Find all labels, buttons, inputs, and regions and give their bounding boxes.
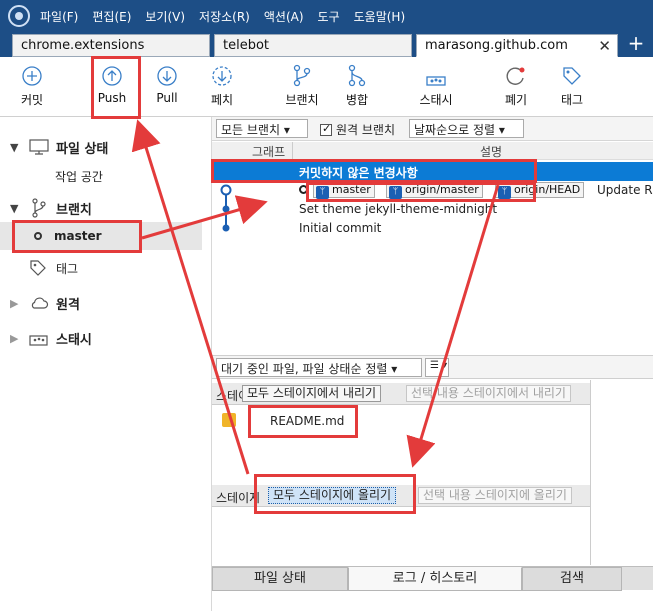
menu-edit[interactable]: 편집(E)	[92, 8, 131, 25]
tag-icon	[30, 260, 46, 276]
menu-help[interactable]: 도움말(H)	[354, 8, 406, 25]
commit-label: 커밋	[20, 93, 44, 107]
sidebar-item-label: 브랜치	[56, 202, 92, 218]
tab-telebot[interactable]: telebot	[214, 34, 412, 57]
stash-icon	[426, 76, 446, 86]
sidebar-item-file-status[interactable]: ▼ 파일 상태	[0, 133, 202, 161]
menu-actions[interactable]: 액션(A)	[264, 8, 304, 25]
commit-message: Update RE	[597, 183, 653, 197]
sidebar-item-workspace[interactable]: 작업 공간	[0, 162, 202, 190]
remote-branches-label: 원격 브랜치	[336, 123, 396, 137]
tab-file-status[interactable]: 파일 상태	[212, 567, 348, 591]
fetch-button[interactable]: 페치	[194, 63, 250, 108]
tab-search[interactable]: 검색	[522, 567, 622, 591]
commit-message: Initial commit	[299, 221, 382, 235]
modified-file-icon	[222, 413, 236, 427]
annotation-stage-all-box	[254, 474, 416, 514]
commit-row[interactable]: Set theme jekyll-theme-midnight	[212, 200, 653, 219]
sidebar-item-label: 작업 공간	[55, 169, 103, 184]
unstage-all-button[interactable]: 모두 스테이지에서 내리기	[242, 385, 382, 402]
chevron-down-icon: ▼	[10, 201, 19, 215]
view-menu-icon[interactable]: ☰ ▾	[425, 358, 449, 377]
discard-icon	[506, 67, 525, 85]
merge-button[interactable]: 병합	[329, 63, 385, 108]
commit-button[interactable]: 커밋	[4, 63, 60, 108]
cloud-icon	[31, 297, 49, 309]
annotation-master-box	[12, 220, 142, 253]
merge-icon	[348, 64, 366, 87]
stash-button[interactable]: 스태시	[408, 63, 464, 108]
sidebar: ▼ 파일 상태 작업 공간 ▼ 브랜치 master 태그 ▶ 원격 ▶ 스태시	[0, 117, 212, 611]
app-logo-icon	[8, 5, 30, 27]
column-graph[interactable]: 그래프	[252, 143, 285, 160]
arrow-down-circle-icon	[157, 66, 177, 86]
discard-label: 폐기	[504, 93, 528, 107]
menu-file[interactable]: 파일(F)	[40, 8, 78, 25]
tag-icon	[563, 67, 581, 85]
pull-label: Pull	[156, 91, 178, 105]
close-icon[interactable]: ✕	[598, 37, 611, 55]
remote-branches-checkbox[interactable]	[320, 122, 332, 136]
tag-button[interactable]: 태그	[544, 63, 600, 108]
fetch-icon	[212, 66, 232, 86]
column-divider[interactable]	[292, 142, 293, 160]
pending-files-bar: 대기 중인 파일, 파일 상태순 정렬 ▾ ☰ ▾	[212, 355, 653, 379]
column-description[interactable]: 설명	[480, 143, 502, 160]
annotation-refs-box	[306, 182, 536, 202]
sidebar-item-tags[interactable]: 태그	[0, 254, 202, 282]
discard-button[interactable]: 폐기	[488, 63, 544, 108]
tab-label: chrome.extensions	[21, 38, 145, 53]
branch-icon	[293, 64, 311, 87]
menu-tools[interactable]: 도구	[318, 8, 340, 25]
tab-marasong[interactable]: marasong.github.com ✕	[416, 34, 618, 57]
branch-icon	[32, 198, 46, 218]
unstage-selected-button[interactable]: 선택 내용 스테이지에서 내리기	[406, 385, 571, 402]
commit-column-header: 그래프 설명	[212, 142, 653, 160]
sort-dropdown[interactable]: 날짜순으로 정렬 ▾	[409, 119, 524, 138]
chevron-right-icon: ▶	[10, 331, 19, 345]
menu-view[interactable]: 보기(V)	[145, 8, 185, 25]
add-tab-button[interactable]: +	[626, 33, 646, 54]
sidebar-item-label: 원격	[56, 297, 80, 313]
staged-files-header: 스테이 모두 스테이지에서 내리기 선택 내용 스테이지에서 내리기	[212, 383, 590, 405]
monitor-icon	[29, 139, 49, 155]
annotation-file-box	[248, 405, 358, 438]
sidebar-item-label: 파일 상태	[56, 141, 109, 157]
annotation-push-box	[91, 56, 141, 119]
branch-filter-dropdown[interactable]: 모든 브랜치 ▾	[216, 119, 308, 138]
tab-chrome-extensions[interactable]: chrome.extensions	[12, 34, 210, 57]
annotation-uncommitted-box	[211, 159, 537, 183]
sidebar-item-label: 스태시	[56, 332, 92, 348]
repo-tab-bar: chrome.extensions telebot marasong.githu…	[0, 32, 653, 57]
sidebar-item-remotes[interactable]: ▶ 원격	[0, 289, 202, 317]
diff-pane	[590, 380, 653, 565]
fetch-label: 페치	[210, 93, 234, 107]
graph-filter-bar: 모든 브랜치 ▾ 원격 브랜치 날짜순으로 정렬 ▾	[212, 117, 653, 141]
pending-sort-dropdown[interactable]: 대기 중인 파일, 파일 상태순 정렬 ▾	[216, 358, 422, 377]
stash-icon	[29, 335, 48, 346]
sidebar-item-label: 태그	[56, 261, 79, 276]
sidebar-item-branches[interactable]: ▼ 브랜치	[0, 194, 202, 222]
tag-label: 태그	[560, 93, 584, 107]
chevron-right-icon: ▶	[10, 296, 19, 310]
stash-label: 스태시	[419, 93, 453, 107]
chevron-down-icon: ▼	[10, 140, 19, 154]
commit-row[interactable]: Initial commit	[212, 219, 653, 238]
remote-branches-toggle[interactable]: 원격 브랜치	[320, 121, 395, 138]
unstaged-file-list	[212, 508, 590, 566]
merge-label: 병합	[345, 93, 369, 107]
plus-circle-icon	[22, 66, 42, 86]
bottom-tab-bar: 파일 상태 로그 / 히스토리 검색	[212, 566, 653, 591]
menu-repository[interactable]: 저장소(R)	[199, 8, 250, 25]
pull-button[interactable]: Pull	[139, 63, 195, 105]
menu-bar: 파일(F) 편집(E) 보기(V) 저장소(R) 액션(A) 도구 도움말(H)	[0, 0, 653, 32]
branch-label: 브랜치	[285, 93, 319, 107]
branch-button[interactable]: 브랜치	[274, 63, 330, 108]
stage-selected-button[interactable]: 선택 내용 스테이지에 올리기	[418, 487, 572, 504]
sidebar-item-stashes[interactable]: ▶ 스태시	[0, 324, 202, 352]
tab-label: marasong.github.com	[425, 38, 568, 53]
tab-label: telebot	[223, 38, 270, 53]
tab-log-history[interactable]: 로그 / 히스토리	[348, 567, 522, 591]
commit-message: Set theme jekyll-theme-midnight	[299, 202, 498, 216]
